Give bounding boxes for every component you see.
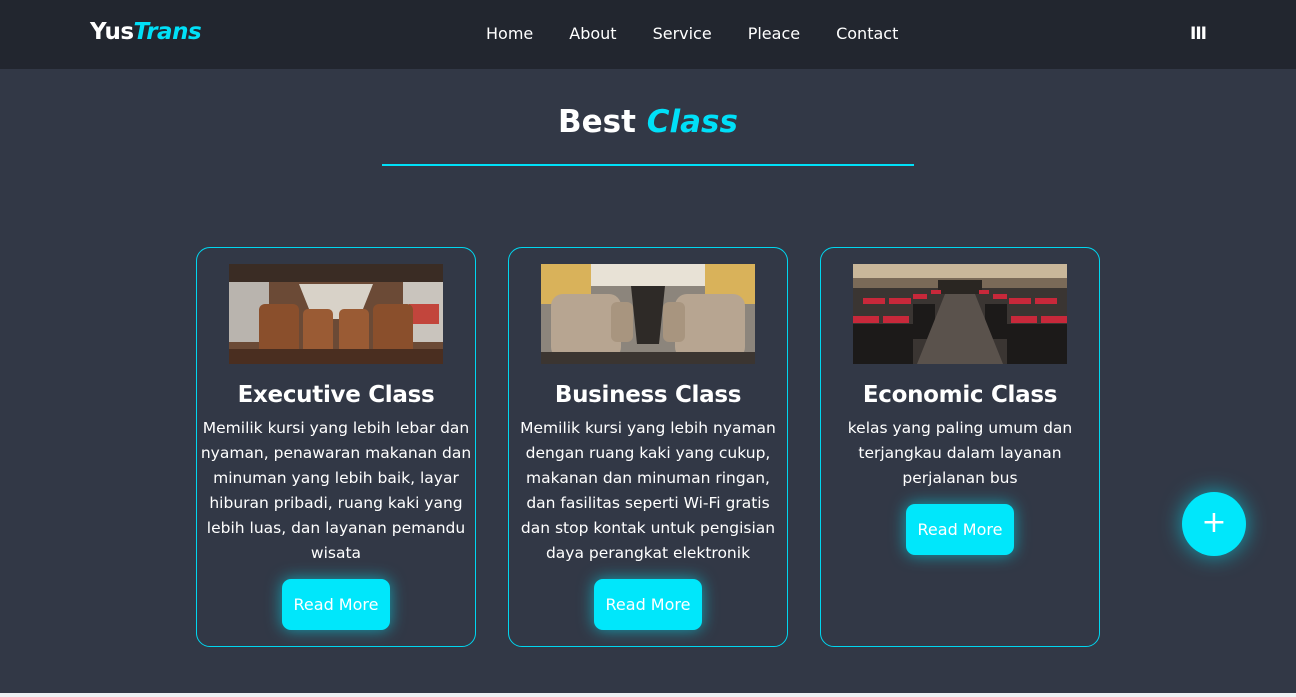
section-title-part2: Class — [646, 104, 738, 140]
card-title: Business Class — [554, 382, 742, 408]
class-card-business: Business Class Memilik kursi yang lebih … — [508, 247, 788, 647]
brand-logo[interactable]: YusTrans — [90, 19, 202, 45]
nav-link-pleace[interactable]: Pleace — [748, 24, 800, 44]
class-card-economic: Economic Class kelas yang paling umum da… — [820, 247, 1100, 647]
brand-name-part2: Trans — [133, 19, 202, 45]
card-description: kelas yang paling umum dan terjangkau da… — [847, 419, 1073, 487]
read-more-button-business[interactable]: Read More — [594, 579, 702, 630]
card-description: Memilik kursi yang lebih nyaman dengan r… — [520, 419, 776, 562]
read-more-button-economic[interactable]: Read More — [906, 504, 1014, 555]
card-description: Memilik kursi yang lebih lebar dan nyama… — [200, 419, 472, 562]
nav-link-service[interactable]: Service — [653, 24, 712, 44]
nav-link-about[interactable]: About — [569, 24, 616, 44]
navbar: YusTrans Home About Service Pleace Conta… — [0, 0, 1296, 69]
read-more-button-executive[interactable]: Read More — [282, 579, 390, 630]
class-card-executive: Executive Class Memilik kursi yang lebih… — [196, 247, 476, 647]
section-title: Best Class — [0, 104, 1296, 140]
plus-icon: + — [1201, 505, 1227, 540]
card-title: Economic Class — [862, 382, 1058, 408]
brand-name-part1: Yus — [90, 19, 134, 45]
bus-interior-economic-image — [853, 264, 1067, 364]
bus-interior-business-image — [541, 264, 755, 364]
card-title: Executive Class — [237, 382, 435, 408]
plus-fab-button[interactable]: + — [1182, 492, 1246, 556]
section-title-part1: Best — [558, 104, 636, 140]
hamburger-menu-icon[interactable]: III — [1190, 24, 1207, 44]
nav-links: Home About Service Pleace Contact — [486, 24, 934, 44]
nav-link-contact[interactable]: Contact — [836, 24, 898, 44]
nav-link-home[interactable]: Home — [486, 24, 533, 44]
page-bottom-edge — [0, 693, 1296, 697]
bus-interior-executive-image — [229, 264, 443, 364]
title-underline — [382, 164, 914, 166]
